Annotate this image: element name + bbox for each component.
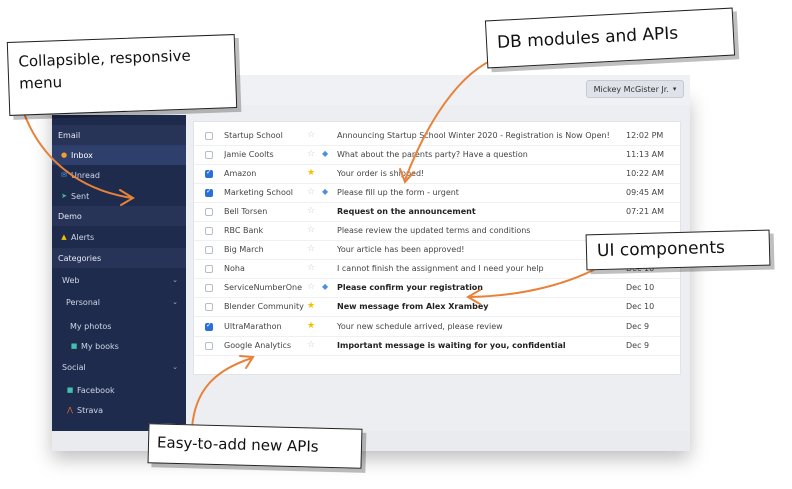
- callout-apis: Easy-to-add new APIs: [147, 423, 363, 469]
- callout-db-text: DB modules and APIs: [496, 23, 679, 53]
- callout-menu: Collapsible, responsive menu: [6, 34, 238, 116]
- callout-ui: UI components: [585, 229, 771, 271]
- arrow-db: [404, 59, 493, 181]
- callout-apis-text: Easy-to-add new APIs: [156, 433, 319, 456]
- arrow-menu: [21, 107, 133, 199]
- callout-ui-text: UI components: [596, 237, 726, 262]
- screenshot-stage: Mickey McGister Jr. ▾ Email ● Inbox ✉ Un…: [0, 0, 792, 489]
- arrow-apis: [191, 357, 253, 429]
